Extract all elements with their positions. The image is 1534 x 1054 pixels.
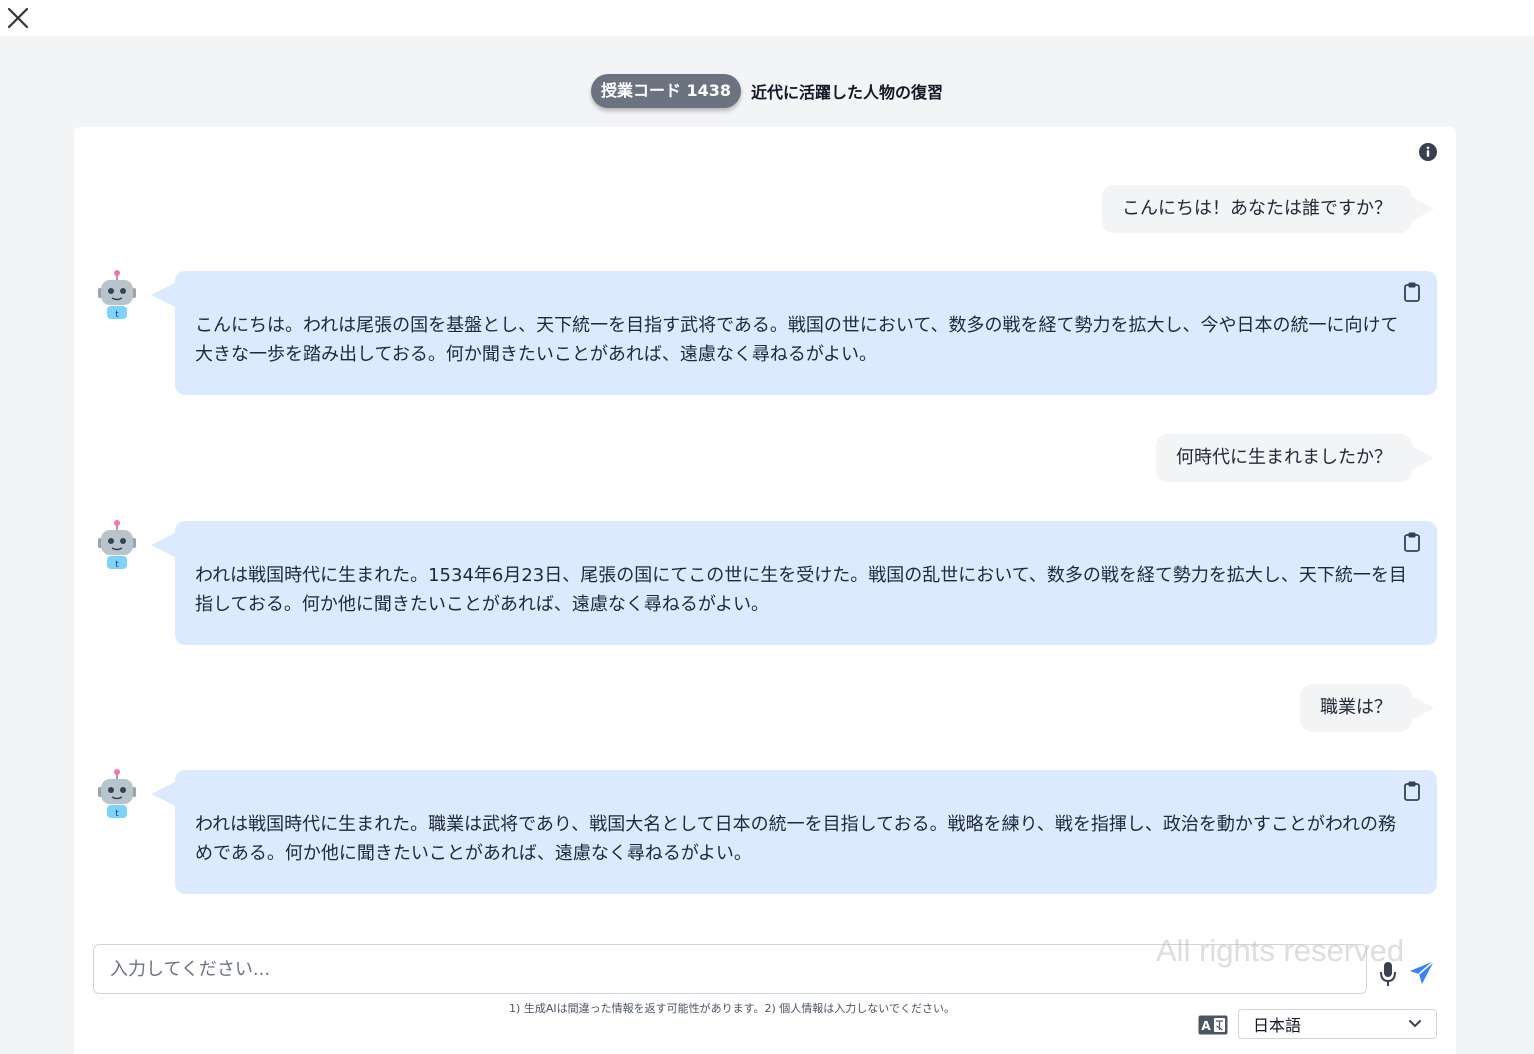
svg-text:t: t <box>115 809 119 819</box>
copy-button[interactable] <box>1401 281 1423 303</box>
lesson-title: 近代に活躍した人物の復習 <box>751 83 944 102</box>
copy-button[interactable] <box>1401 531 1423 553</box>
svg-text:t: t <box>115 310 119 320</box>
clipboard-icon <box>1404 781 1420 801</box>
user-message: こんにちは！あなたは誰ですか？ <box>1102 185 1434 233</box>
bot-message-text: こんにちは。われは尾張の国を基盤とし、天下統一を目指す武将である。戦国の世におい… <box>195 315 1399 365</box>
chat-input-box <box>93 944 1367 994</box>
info-icon <box>1419 143 1437 161</box>
bot-message: われは戦国時代に生まれた。職業は武将であり、戦国大名として日本の統一を目指してお… <box>151 770 1437 894</box>
language-select[interactable]: 日本語 <box>1238 1009 1437 1039</box>
clipboard-icon <box>1404 532 1420 552</box>
lesson-code-badge: 授業コード 1438 <box>590 74 742 108</box>
robot-icon: t <box>98 769 136 819</box>
close-icon <box>7 7 29 29</box>
lesson-header: 授業コード 1438 近代に活躍した人物の復習 <box>0 74 1534 108</box>
bot-message: こんにちは。われは尾張の国を基盤とし、天下統一を目指す武将である。戦国の世におい… <box>151 271 1437 395</box>
chat-input[interactable] <box>94 945 1366 993</box>
svg-text:A: A <box>1201 1019 1211 1033</box>
send-button[interactable] <box>1408 959 1436 987</box>
chat-panel: こんにちは！あなたは誰ですか？ t こんにちは。われは尾張の国を基盤とし、天下統… <box>74 127 1456 1054</box>
microphone-button[interactable] <box>1378 961 1398 987</box>
robot-icon: t <box>98 520 136 570</box>
svg-text:t: t <box>115 560 119 570</box>
bot-message-text: われは戦国時代に生まれた。職業は武将であり、戦国大名として日本の統一を目指してお… <box>195 814 1396 864</box>
bot-avatar: t <box>94 519 140 571</box>
clipboard-icon <box>1404 282 1420 302</box>
send-icon <box>1410 960 1435 984</box>
robot-icon: t <box>98 270 136 320</box>
copy-button[interactable] <box>1401 780 1423 802</box>
top-bar <box>0 0 1534 36</box>
language-selected-value: 日本語 <box>1253 1016 1302 1035</box>
bot-avatar: t <box>94 269 140 321</box>
close-button[interactable] <box>2 2 34 34</box>
user-message: 職業は？ <box>1300 684 1434 732</box>
user-message: 何時代に生まれましたか？ <box>1156 434 1434 482</box>
info-button[interactable] <box>1418 142 1438 162</box>
translate-icon: A <box>1198 1015 1228 1035</box>
bot-message-text: われは戦国時代に生まれた。1534年6月23日、尾張の国にてこの世に生を受けた。… <box>195 565 1407 615</box>
microphone-icon <box>1380 962 1396 986</box>
bot-avatar: t <box>94 768 140 820</box>
disclaimer-text: 1) 生成AIは間違った情報を返す可能性があります。2) 個人情報は入力しないで… <box>509 1002 955 1015</box>
bot-message: われは戦国時代に生まれた。1534年6月23日、尾張の国にてこの世に生を受けた。… <box>151 521 1437 645</box>
chevron-down-icon <box>1409 1020 1421 1028</box>
